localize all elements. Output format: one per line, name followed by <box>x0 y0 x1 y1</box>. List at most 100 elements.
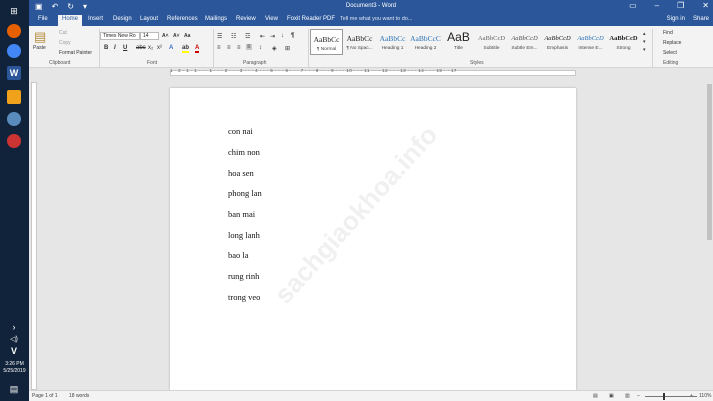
app-icon[interactable] <box>7 134 21 148</box>
format-painter-button[interactable]: Format Painter <box>59 50 92 56</box>
chrome-icon[interactable] <box>7 44 21 58</box>
style-title[interactable]: AaB Title <box>442 29 475 55</box>
strikethrough-icon[interactable]: abc <box>136 45 146 51</box>
grow-font-icon[interactable]: A˄ <box>162 33 169 39</box>
style-heading-2[interactable]: AaBbCcC Heading 2 <box>409 29 442 55</box>
tab-insert[interactable]: Insert <box>88 16 103 22</box>
close-icon[interactable]: ✕ <box>702 1 709 10</box>
document-line[interactable]: phong lan <box>228 188 262 198</box>
tab-design[interactable]: Design <box>113 16 132 22</box>
paste-button[interactable]: Paste <box>33 45 46 51</box>
align-left-icon[interactable]: ≡ <box>217 45 221 51</box>
document-line[interactable]: hoa sen <box>228 168 254 178</box>
borders-icon[interactable]: ⊞ <box>285 45 290 52</box>
firefox-icon[interactable] <box>7 24 21 38</box>
tab-review[interactable]: Review <box>236 16 256 22</box>
notification-icon[interactable]: ▤ <box>7 382 21 396</box>
find-button[interactable]: Find <box>663 30 673 36</box>
web-layout-icon[interactable]: ▥ <box>625 393 630 399</box>
tab-mailings[interactable]: Mailings <box>205 16 227 22</box>
style-subtle-emphasis[interactable]: AaBbCcD Subtle Em... <box>508 29 541 55</box>
print-layout-icon[interactable]: ▣ <box>609 393 614 399</box>
document-line[interactable]: rung rinh <box>228 271 259 281</box>
paragraph-group-label: Paragraph <box>243 60 267 66</box>
document-line[interactable]: long lanh <box>228 230 260 240</box>
tab-file[interactable]: File <box>38 16 48 22</box>
document-line[interactable]: bao la <box>228 250 249 260</box>
text-effects-icon[interactable]: A <box>169 45 173 51</box>
tab-home[interactable]: Home <box>58 15 83 26</box>
change-case-icon[interactable]: Aa <box>184 33 190 39</box>
tab-layout[interactable]: Layout <box>140 16 158 22</box>
word-count[interactable]: 18 words <box>69 393 89 399</box>
bullets-icon[interactable]: ☰ <box>217 33 222 40</box>
line-spacing-icon[interactable]: ↕ <box>259 45 262 51</box>
copy-button[interactable]: Copy <box>59 40 71 46</box>
justify-icon[interactable]: ≡ <box>246 44 252 50</box>
show-marks-icon[interactable]: ¶ <box>291 33 294 39</box>
highlight-icon[interactable]: ab <box>182 45 190 53</box>
ribbon-display-icon[interactable]: ▭ <box>629 1 637 10</box>
shrink-font-icon[interactable]: A˅ <box>173 33 180 39</box>
increase-indent-icon[interactable]: ⇥ <box>270 33 275 40</box>
minimize-icon[interactable]: – <box>655 1 659 10</box>
tab-view[interactable]: View <box>265 16 278 22</box>
document-line[interactable]: chim non <box>228 147 260 157</box>
vertical-ruler[interactable] <box>31 82 37 390</box>
style-emphasis[interactable]: AaBbCcD Emphasis <box>541 29 574 55</box>
multilevel-list-icon[interactable]: ☲ <box>245 33 250 40</box>
sort-icon[interactable]: ↓ <box>281 33 284 39</box>
zoom-out-icon[interactable]: – <box>637 393 640 399</box>
align-right-icon[interactable]: ≡ <box>237 45 241 51</box>
underline-icon[interactable]: U <box>123 45 127 51</box>
styles-more-icon[interactable]: ▴ ▾ ▾ <box>643 30 646 54</box>
vietnamese-ime-icon[interactable]: V <box>7 344 21 358</box>
numbering-icon[interactable]: ☷ <box>231 33 236 40</box>
window-controls: ▭ – ❐ ✕ <box>629 1 709 10</box>
sign-in-link[interactable]: Sign in <box>667 16 685 22</box>
zoom-slider-thumb[interactable] <box>663 393 665 400</box>
windows-start-icon[interactable]: ⊞ <box>7 4 21 18</box>
maximize-icon[interactable]: ❐ <box>677 1 684 10</box>
zoom-in-icon[interactable]: + <box>690 393 693 399</box>
shading-icon[interactable]: ◈ <box>272 45 277 52</box>
scrollbar-thumb[interactable] <box>707 84 712 240</box>
subscript-icon[interactable]: x₂ <box>148 45 153 51</box>
share-button[interactable]: Share <box>693 16 709 22</box>
font-size-select[interactable]: 14 <box>140 32 159 40</box>
replace-button[interactable]: Replace <box>663 40 681 46</box>
document-page[interactable]: con nai chim non hoa sen phong lan ban m… <box>170 88 576 390</box>
align-center-icon[interactable]: ≡ <box>227 45 231 51</box>
bold-icon[interactable]: B <box>104 45 108 51</box>
style-name: Heading 2 <box>414 46 437 51</box>
paste-icon[interactable]: ▤ <box>34 29 46 45</box>
app-icon[interactable] <box>7 90 21 104</box>
font-color-icon[interactable]: A <box>195 45 200 53</box>
tab-foxit[interactable]: Foxit Reader PDF <box>287 16 335 22</box>
italic-icon[interactable]: I <box>114 45 116 51</box>
horizontal-ruler[interactable]: 1 · 2 · 1 · 1 · · · 1 · · · 2 · · · 3 · … <box>29 68 713 78</box>
zoom-level[interactable]: 110% <box>699 393 711 399</box>
document-line[interactable]: con nai <box>228 126 253 136</box>
style-normal[interactable]: AaBbCc ¶ Normal <box>310 29 343 55</box>
decrease-indent-icon[interactable]: ⇤ <box>260 33 265 40</box>
document-line[interactable]: ban mai <box>228 209 255 219</box>
style-intense-emphasis[interactable]: AaBbCcD Intense E... <box>574 29 607 55</box>
tab-references[interactable]: References <box>167 16 198 22</box>
style-heading-1[interactable]: AaBbCc Heading 1 <box>376 29 409 55</box>
superscript-icon[interactable]: x² <box>157 45 162 51</box>
style-strong[interactable]: AaBbCcD Strong <box>607 29 640 55</box>
vertical-scrollbar[interactable] <box>706 78 713 390</box>
word-app-icon[interactable]: W <box>7 66 21 80</box>
select-button[interactable]: Select <box>663 50 677 56</box>
style-no-spacing[interactable]: AaBbCc ¶ No Spac... <box>343 29 376 55</box>
style-name: Heading 1 <box>381 46 404 51</box>
font-family-select[interactable]: Times New Ro <box>100 32 140 40</box>
style-subtitle[interactable]: AaBbCcD Subtitle <box>475 29 508 55</box>
document-line[interactable]: trong veo <box>228 292 260 302</box>
cut-button[interactable]: Cut <box>59 30 67 36</box>
app-icon[interactable] <box>7 112 21 126</box>
page-count[interactable]: Page 1 of 1 <box>32 393 58 399</box>
tell-me-input[interactable]: Tell me what you want to do... <box>340 16 412 22</box>
read-mode-icon[interactable]: ▤ <box>593 393 598 399</box>
